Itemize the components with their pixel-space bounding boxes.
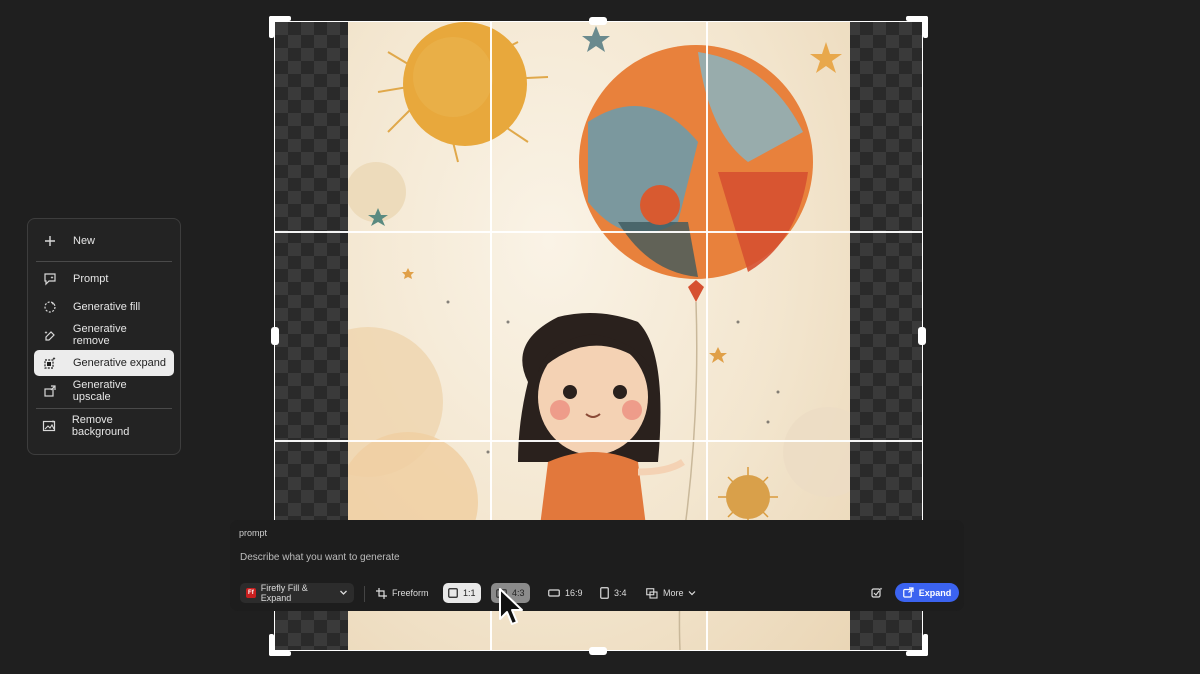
prompt-toolbar: Ff Firefly Fill & Expand Freeform 1:1 4:… [238, 583, 962, 605]
menu-divider [36, 408, 172, 409]
freeform-label: Freeform [392, 588, 429, 598]
chevron-down-icon [339, 588, 348, 599]
menu-item-remove-background[interactable]: Remove background [34, 413, 174, 439]
generative-expand-icon [42, 355, 58, 371]
crop-handle-bottom[interactable] [589, 647, 607, 655]
generative-remove-icon [42, 327, 58, 343]
plus-icon [42, 233, 58, 249]
menu-divider [36, 261, 172, 262]
ratio-16-9-button[interactable]: 16:9 [548, 583, 583, 603]
generation-settings-button[interactable] [871, 583, 888, 603]
prompt-label: prompt [239, 528, 268, 538]
crop-handle-bottom-right[interactable] [906, 634, 928, 656]
generative-fill-icon [42, 299, 58, 315]
menu-item-generative-expand[interactable]: Generative expand [34, 350, 174, 376]
prompt-icon [42, 271, 58, 287]
more-ratios-icon [646, 587, 658, 599]
expand-icon [902, 587, 914, 598]
menu-item-generative-remove[interactable]: Generative remove [34, 322, 174, 348]
settings-sparkle-icon [871, 587, 883, 599]
grid-line-horizontal [275, 231, 922, 233]
crop-handle-right[interactable] [918, 327, 926, 345]
chevron-down-icon [688, 589, 696, 597]
menu-item-generative-upscale[interactable]: Generative upscale [34, 378, 174, 404]
square-ratio-icon [448, 588, 458, 598]
girl-graphic [518, 313, 685, 542]
menu-item-label: Generative expand [73, 357, 166, 369]
freeform-button[interactable]: Freeform [376, 583, 429, 603]
crop-handle-bottom-left[interactable] [269, 634, 291, 656]
crop-handle-top[interactable] [589, 17, 607, 25]
crop-icon [376, 587, 387, 599]
menu-item-label: Generative remove [72, 323, 127, 347]
sun-graphic [377, 22, 549, 163]
generative-upscale-icon [42, 383, 58, 399]
expand-label: Expand [918, 587, 952, 598]
expand-button[interactable]: Expand [895, 583, 959, 602]
model-selector[interactable]: Ff Firefly Fill & Expand [240, 583, 354, 603]
prompt-input[interactable] [238, 546, 942, 568]
menu-item-prompt[interactable]: Prompt [34, 266, 174, 292]
menu-item-label: Generative upscale [72, 379, 127, 403]
crop-handle-top-right[interactable] [906, 16, 928, 38]
crop-handle-left[interactable] [271, 327, 279, 345]
remove-background-icon [42, 418, 57, 434]
firefly-logo-icon: Ff [246, 588, 256, 598]
crop-handle-top-left[interactable] [269, 16, 291, 38]
wide-ratio-icon [548, 589, 560, 597]
menu-item-label: Remove background [71, 414, 130, 438]
portrait-ratio-icon [600, 587, 609, 599]
prompt-panel: prompt Ff Firefly Fill & Expand Freeform… [230, 520, 964, 611]
ratio-label: 1:1 [463, 588, 476, 598]
grid-line-horizontal [275, 440, 922, 442]
generative-tools-menu: New Prompt Generative fill Generative re… [27, 218, 181, 455]
menu-item-label: Prompt [73, 273, 109, 285]
toolbar-divider [364, 586, 365, 602]
model-label: Firefly Fill & Expand [260, 583, 308, 603]
ratio-1-1-button[interactable]: 1:1 [443, 583, 481, 603]
menu-item-label: Generative fill [73, 301, 141, 313]
small-sun-graphic [718, 467, 778, 527]
mouse-cursor-icon [499, 588, 523, 625]
more-label: More [663, 588, 684, 598]
ratio-label: 3:4 [614, 588, 627, 598]
menu-item-generative-fill[interactable]: Generative fill [34, 294, 174, 320]
ratio-3-4-button[interactable]: 3:4 [600, 583, 627, 603]
menu-item-label: New [73, 235, 96, 247]
ratio-label: 16:9 [565, 588, 583, 598]
more-ratios-button[interactable]: More [646, 583, 696, 603]
menu-item-new[interactable]: New [34, 227, 174, 255]
